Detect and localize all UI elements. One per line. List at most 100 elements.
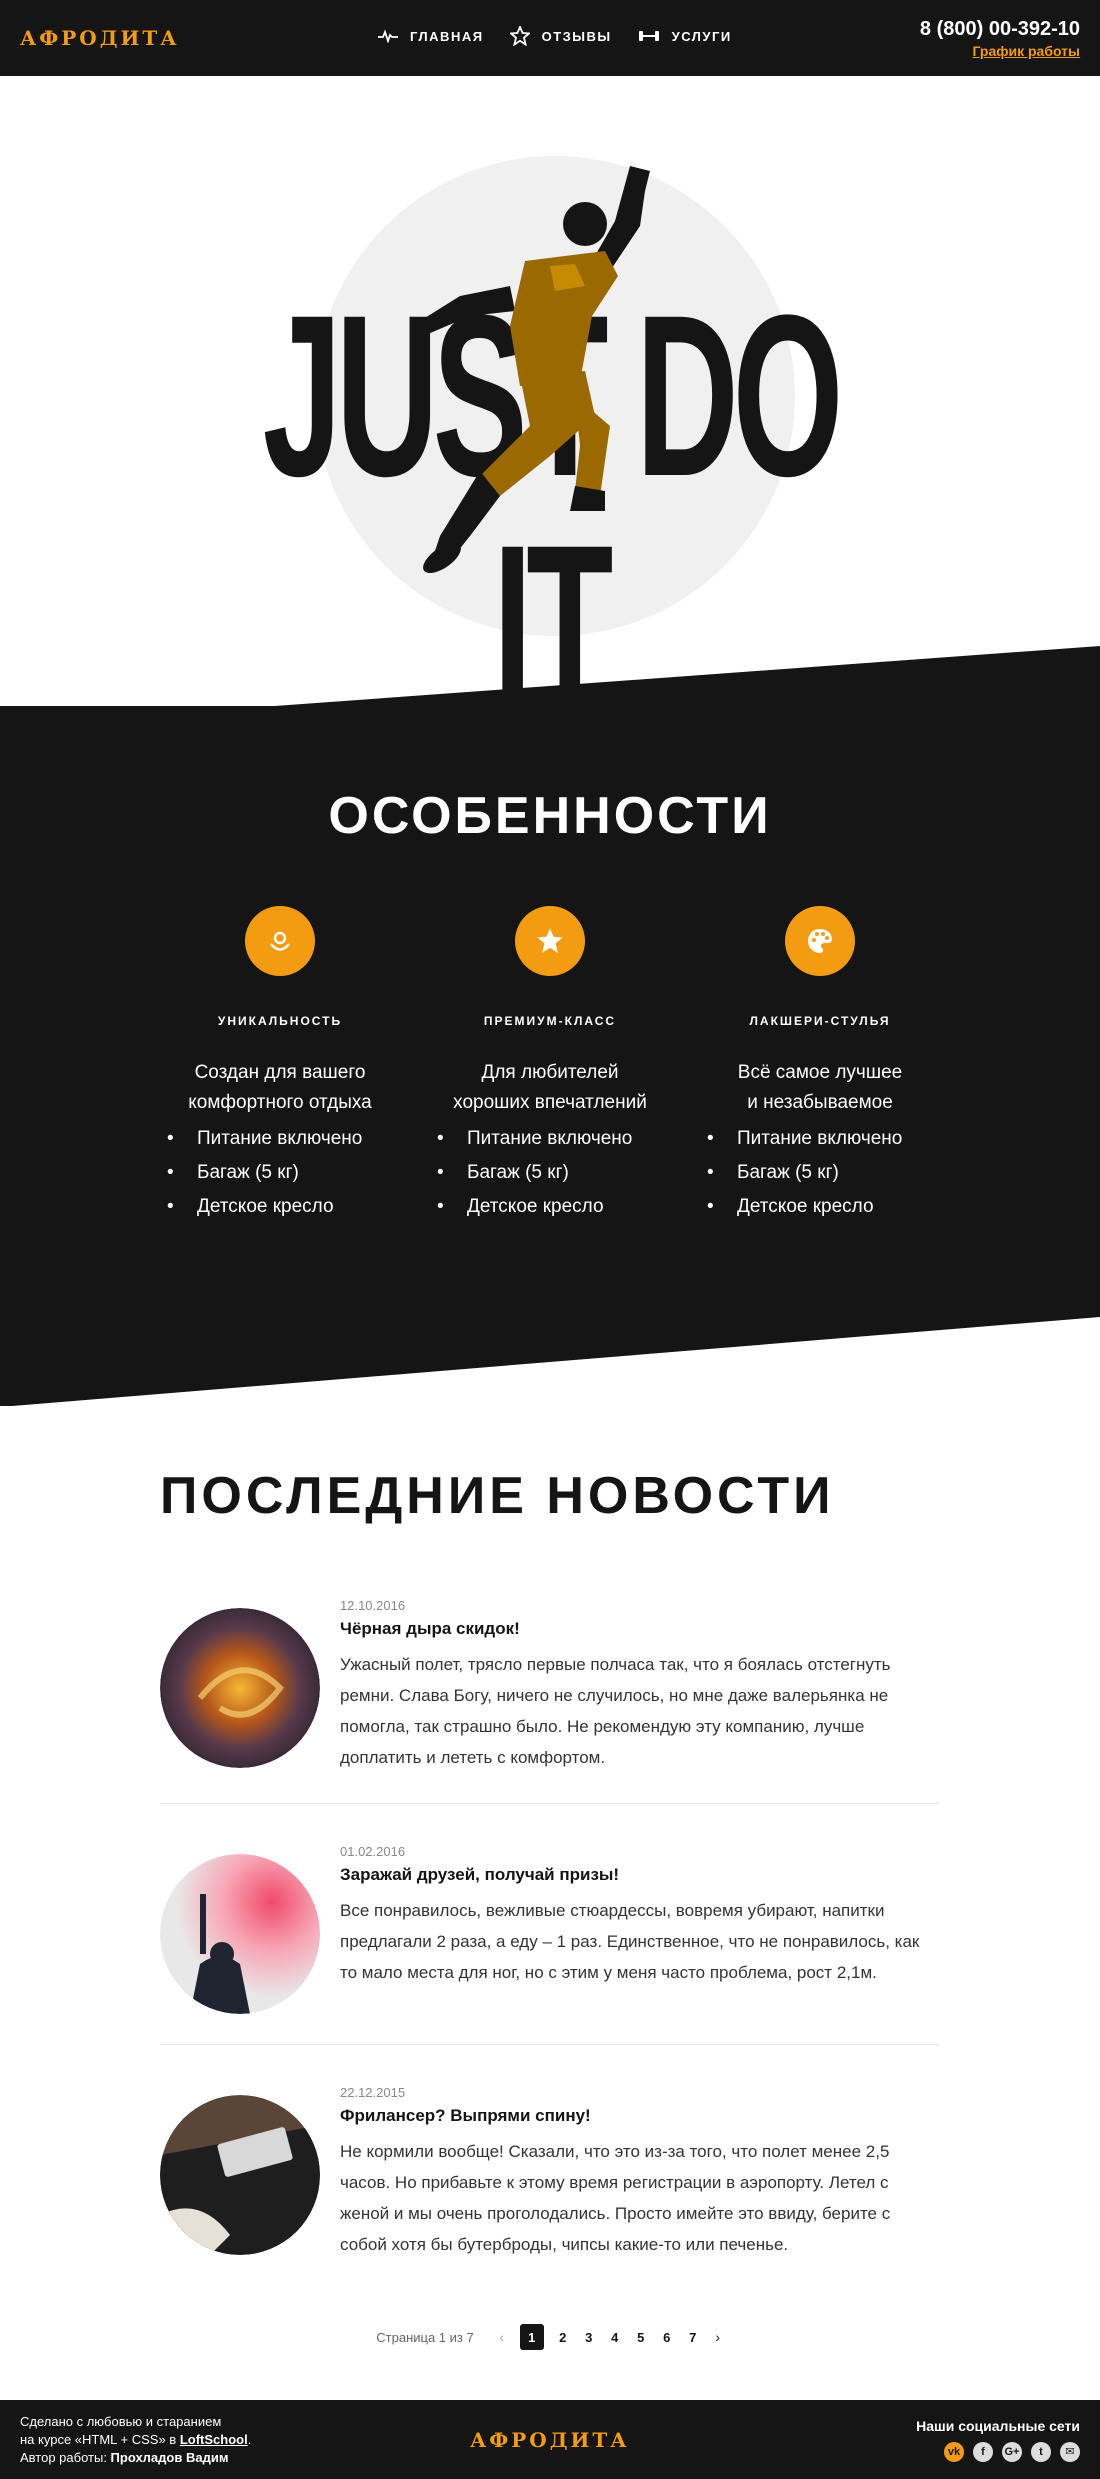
page: АФРОДИТА ГЛАВНАЯ ОТЗЫВЫ УСЛУГИ 8 (800) 0… xyxy=(0,0,1100,2479)
news-title[interactable]: Чёрная дыра скидок! xyxy=(340,1619,940,1639)
feature-desc-line: хороших впечатлений xyxy=(453,1092,647,1113)
credits-line: на курсе «HTML + CSS» в LoftSchool. xyxy=(20,2431,251,2449)
page-link-1[interactable]: 1 xyxy=(519,2324,544,2350)
credits-text: . xyxy=(247,2431,252,2447)
credits-text: Автор работы: xyxy=(20,2449,111,2465)
feature-list: Питание включено Багаж (5 кг) Детское кр… xyxy=(145,1122,415,1224)
credits-text: на курсе «HTML + CSS» в xyxy=(20,2431,180,2447)
features-list: уникальность Создан для вашего комфортно… xyxy=(0,906,1100,1224)
nav-item-services[interactable]: УСЛУГИ xyxy=(638,26,732,46)
footer-credits: Сделано с любовью и старанием на курсе «… xyxy=(20,2413,251,2467)
news-text: Ужасный полет, трясло первые полчаса так… xyxy=(340,1655,891,1767)
hero: JUST DO IT xyxy=(0,76,1100,776)
section-divider xyxy=(0,1317,1100,1407)
twitter-icon[interactable]: t xyxy=(1031,2441,1051,2462)
social-block: Наши социальные сети vk f G+ t ✉ xyxy=(916,2418,1080,2462)
news-image[interactable] xyxy=(160,1608,320,1768)
footer-logo[interactable]: АФРОДИТА xyxy=(470,2428,630,2452)
feature-desc-line: комфортного отдыха xyxy=(188,1092,372,1113)
nav-item-reviews[interactable]: ОТЗЫВЫ xyxy=(509,26,612,46)
page-link-4[interactable]: 4 xyxy=(608,2330,622,2345)
credits-line: Автор работы: Прохладов Вадим xyxy=(20,2449,251,2467)
nav-item-home[interactable]: ГЛАВНАЯ xyxy=(378,26,484,46)
page-link-5[interactable]: 5 xyxy=(634,2330,648,2345)
feature-desc-line: Создан для вашего xyxy=(194,1062,366,1083)
google-plus-icon[interactable]: G+ xyxy=(1002,2441,1022,2462)
feature-title: уникальность xyxy=(217,1014,343,1028)
news-title[interactable]: Фрилансер? Выпрями спину! xyxy=(340,2106,940,2126)
feature-description: Всё самое лучшее и незабываемое xyxy=(685,1058,955,1118)
list-item: Багаж (5 кг) xyxy=(707,1156,955,1190)
section-title: ОСОБЕННОСТИ xyxy=(328,787,772,845)
list-item: Багаж (5 кг) xyxy=(437,1156,685,1190)
feature-desc-line: и незабываемое xyxy=(747,1092,893,1113)
news-image[interactable] xyxy=(160,1854,320,2014)
site-footer: Сделано с любовью и старанием на курсе «… xyxy=(0,2400,1100,2479)
page-link-3[interactable]: 3 xyxy=(582,2330,596,2345)
news-date: 01.02.2016 xyxy=(340,1844,406,1859)
feature-card: премиум-класс Для любителей хороших впеч… xyxy=(415,906,685,1224)
list-item: Питание включено xyxy=(167,1122,415,1156)
feature-card: уникальность Создан для вашего комфортно… xyxy=(145,906,415,1224)
loftschool-link[interactable]: LoftSchool xyxy=(180,2432,248,2447)
feature-description: Для любителей хороших впечатлений xyxy=(415,1058,685,1118)
list-item: Детское кресло xyxy=(707,1190,955,1224)
author-name: Прохладов Вадим xyxy=(110,2449,229,2465)
contacts: 8 (800) 00-392-10 График работы xyxy=(920,18,1080,59)
section-divider xyxy=(0,646,1100,776)
feature-desc-line: Для любителей xyxy=(481,1062,619,1083)
vk-icon[interactable]: vk xyxy=(944,2441,964,2462)
list-item: Багаж (5 кг) xyxy=(167,1156,415,1190)
list-item: Детское кресло xyxy=(167,1190,415,1224)
feature-list: Питание включено Багаж (5 кг) Детское кр… xyxy=(415,1122,685,1224)
news-section: ПОСЛЕДНИЕ НОВОСТИ 12.10.2016 Чёрная дыра… xyxy=(0,1406,1100,2350)
news-text: Все понравилось, вежливые стюардессы, во… xyxy=(340,1901,920,1982)
pagination: Страница 1 из 7 ‹ 1 2 3 4 5 6 7 › xyxy=(160,2324,940,2350)
email-icon[interactable]: ✉ xyxy=(1060,2441,1080,2462)
pulse-icon xyxy=(378,29,398,43)
dumbbell-icon xyxy=(638,31,659,41)
logo[interactable]: АФРОДИТА xyxy=(20,26,180,50)
prev-page-icon[interactable]: ‹ xyxy=(496,2329,508,2345)
news-image[interactable] xyxy=(160,2095,320,2255)
phone-number[interactable]: 8 (800) 00-392-10 xyxy=(920,18,1080,41)
list-item: Питание включено xyxy=(707,1122,955,1156)
page-link-2[interactable]: 2 xyxy=(556,2330,570,2345)
schedule-link[interactable]: График работы xyxy=(920,43,1081,59)
news-body: 22.12.2015 Фрилансер? Выпрями спину! Не … xyxy=(340,2085,940,2260)
main-nav: ГЛАВНАЯ ОТЗЫВЫ УСЛУГИ xyxy=(378,26,732,46)
section-title: ПОСЛЕДНИЕ НОВОСТИ xyxy=(160,1467,835,1525)
news-item: 12.10.2016 Чёрная дыра скидок! Ужасный п… xyxy=(160,1586,940,1804)
star-icon xyxy=(515,906,585,976)
feature-description: Создан для вашего комфортного отдыха xyxy=(145,1058,415,1118)
feature-title: лакшери-стулья xyxy=(749,1014,891,1028)
feature-desc-line: Всё самое лучшее xyxy=(737,1062,903,1083)
feature-card: лакшери-стулья Всё самое лучшее и незабы… xyxy=(685,906,955,1224)
news-list: 12.10.2016 Чёрная дыра скидок! Ужасный п… xyxy=(160,1586,940,2290)
social-title: Наши социальные сети xyxy=(916,2417,1080,2434)
flower-icon xyxy=(245,906,315,976)
news-date: 22.12.2015 xyxy=(340,2085,406,2100)
page-link-6[interactable]: 6 xyxy=(660,2330,674,2345)
page-link-7[interactable]: 7 xyxy=(686,2330,700,2345)
news-text: Не кормили вообще! Сказали, что это из-з… xyxy=(340,2142,891,2254)
nav-item-label: ОТЗЫВЫ xyxy=(541,28,612,44)
news-body: 01.02.2016 Заражай друзей, получай призы… xyxy=(340,1844,940,2014)
feature-list: Питание включено Багаж (5 кг) Детское кр… xyxy=(685,1122,955,1224)
list-item: Детское кресло xyxy=(437,1190,685,1224)
nav-item-label: УСЛУГИ xyxy=(671,28,732,44)
news-title[interactable]: Заражай друзей, получай призы! xyxy=(340,1865,940,1885)
news-date: 12.10.2016 xyxy=(340,1598,406,1613)
list-item: Питание включено xyxy=(437,1122,685,1156)
news-body: 12.10.2016 Чёрная дыра скидок! Ужасный п… xyxy=(340,1598,940,1773)
social-links: vk f G+ t ✉ xyxy=(916,2441,1080,2462)
credits-line: Сделано с любовью и старанием xyxy=(20,2413,222,2429)
feature-title: премиум-класс xyxy=(483,1014,617,1028)
pagination-info: Страница 1 из 7 xyxy=(376,2329,474,2345)
facebook-icon[interactable]: f xyxy=(973,2441,993,2462)
palette-icon xyxy=(785,906,855,976)
site-header: АФРОДИТА ГЛАВНАЯ ОТЗЫВЫ УСЛУГИ 8 (800) 0… xyxy=(0,0,1100,76)
next-page-icon[interactable]: › xyxy=(712,2329,724,2345)
features-section: ОСОБЕННОСТИ уникальность Создан для ваше… xyxy=(0,706,1100,1407)
news-item: 01.02.2016 Заражай друзей, получай призы… xyxy=(160,1832,940,2045)
